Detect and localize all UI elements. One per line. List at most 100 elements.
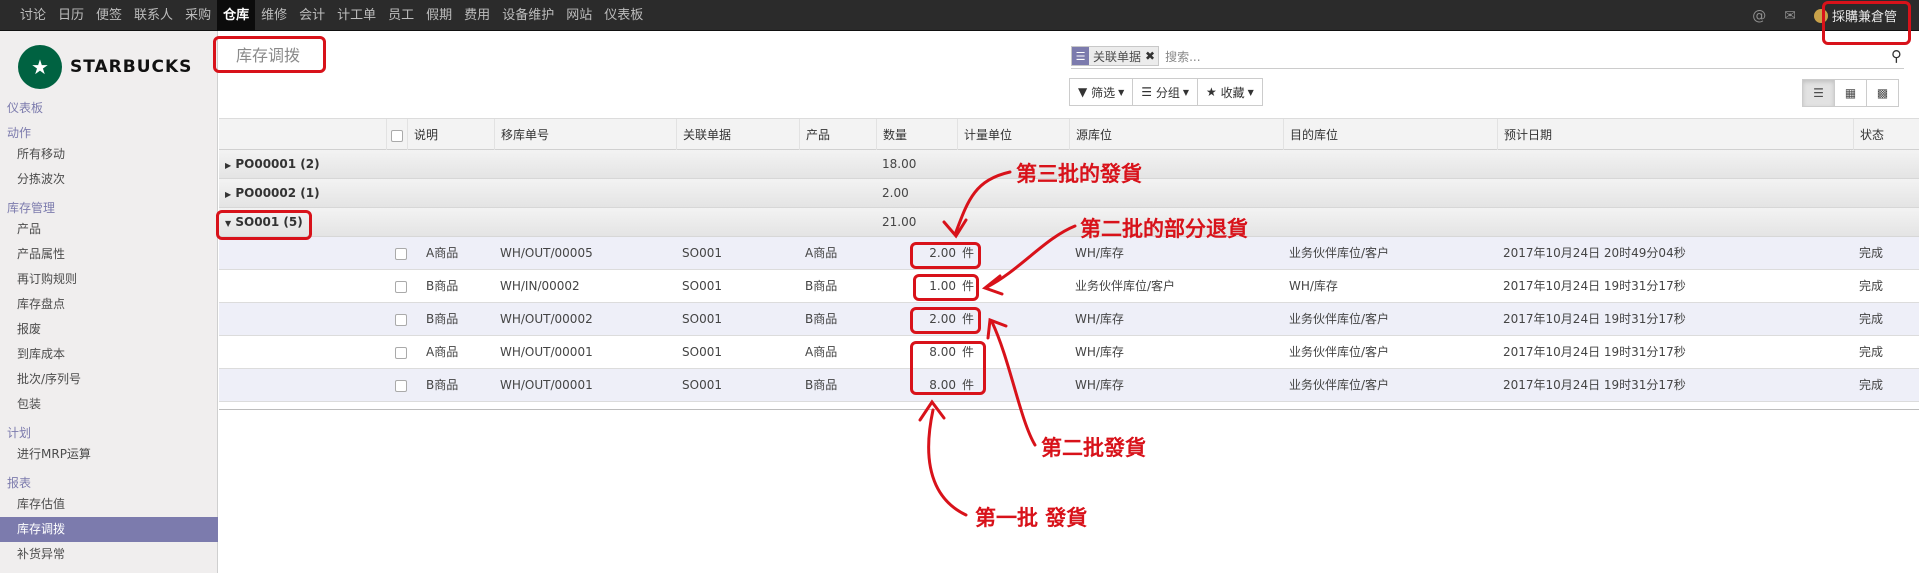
sidebar-item[interactable]: 所有移动 [0,142,218,167]
column-header[interactable]: 计量单位 [957,119,1012,151]
sidebar-item[interactable]: 补货异常 [0,542,218,567]
view-switcher: ☰ ▦ ▩ [1802,79,1899,107]
column-header[interactable]: 数量 [876,119,907,151]
sidebar-item[interactable]: 库存调拨 [0,517,218,542]
column-header[interactable]: 源库位 [1069,119,1112,151]
group-qty: 21.00 [882,215,917,229]
column-header[interactable]: 目的库位 [1283,119,1338,151]
sidebar-item[interactable]: 报废 [0,317,218,342]
sidebar-section-heading[interactable]: 库存管理 [0,200,218,217]
top-menu-item[interactable]: 计工单 [331,0,382,31]
table-row[interactable]: B商品 WH/OUT/00002 SO001 B商品 2.00 件 WH/库存 业务伙伴库位/… [219,303,1919,336]
sidebar-section-heading[interactable]: 仪表板 [0,100,218,117]
cell-state: 完成 [1859,312,1884,326]
sidebar-item[interactable]: 产品 [0,217,218,242]
row-checkbox[interactable] [395,270,407,303]
caret-down-icon: ▼ [1118,87,1125,97]
top-menu-item[interactable]: 员工 [382,0,420,31]
cell-date: 2017年10月24日 19时31分17秒 [1503,312,1686,326]
group-row-so001[interactable]: ▼ SO001 (5) 21.00 [219,208,1919,237]
column-header[interactable]: 预计日期 [1497,119,1552,151]
table-row[interactable]: B商品 WH/IN/00002 SO001 B商品 1.00 件业务伙伴库位/客户 WH/库… [219,270,1919,303]
cell-dest: 业务伙伴库位/客户 [1289,312,1390,326]
favorites-button[interactable]: ★ 收藏 ▼ [1197,78,1263,106]
cell-src: WH/库存 [1075,345,1124,359]
table-row[interactable]: A商品 WH/OUT/00005 SO001 A商品 2.00 件 WH/库存 业务伙伴库位/… [219,237,1919,270]
top-menu-item[interactable]: 设备维护 [496,0,560,31]
column-header[interactable]: 移库单号 [494,119,549,151]
row-checkbox[interactable] [395,303,407,336]
search-facet[interactable]: ☰ 关联单据 ✖ [1071,46,1160,66]
search-icon[interactable]: ⚲ [1891,47,1902,65]
sidebar: ★ STARBUCKS 仪表板动作 所有移动 分拣波次库存管理 产品 产品属性 再订购规则… [0,31,218,573]
top-menu-item[interactable]: 仓库 [217,0,256,31]
top-menu-item[interactable]: 假期 [420,0,458,31]
cell-product: B商品 [805,312,838,326]
cell-origin: SO001 [682,279,722,293]
column-header[interactable]: 产品 [799,119,830,151]
graph-view-icon[interactable]: ▩ [1866,79,1899,107]
star-icon: ★ [1206,85,1217,99]
group-by-button[interactable]: ☰ 分组 ▼ [1132,78,1198,106]
sidebar-item[interactable]: 库存估值 [0,492,218,517]
column-header[interactable]: 关联单据 [676,119,731,151]
list-icon: ☰ [1141,85,1152,99]
sidebar-item[interactable]: 批次/序列号 [0,367,218,392]
qty-highlight-box-1 [910,242,981,269]
filter-button[interactable]: ▼ 筛选 ▼ [1069,78,1134,106]
pivot-view-icon[interactable]: ▦ [1834,79,1867,107]
cell-date: 2017年10月24日 19时31分17秒 [1503,345,1686,359]
qty-highlight-box-4 [910,341,986,395]
sidebar-section-heading[interactable]: 计划 [0,425,218,442]
search-options: ▼ 筛选 ▼ ☰ 分组 ▼ ★ 收藏 ▼ [1069,78,1263,106]
cell-desc: B商品 [426,378,459,392]
top-menu-item[interactable]: 会计 [293,0,331,31]
sidebar-item[interactable]: 包装 [0,392,218,417]
cell-origin: SO001 [682,378,722,392]
top-menu-item[interactable]: 便签 [90,0,128,31]
sidebar-item[interactable]: 到库成本 [0,342,218,367]
top-menu-item[interactable]: 网站 [560,0,598,31]
table-row[interactable]: A商品 WH/OUT/00001 SO001 A商品 8.00 件 WH/库存 业务伙伴库位/… [219,336,1919,369]
sidebar-item[interactable]: 产品属性 [0,242,218,267]
top-menu-item[interactable]: 费用 [458,0,496,31]
caret-down-icon: ▼ [1182,87,1189,97]
top-menu-item[interactable]: 讨论 [14,0,52,31]
table-footer [219,402,1919,410]
column-header[interactable]: 状态 [1853,119,1884,151]
cell-desc: B商品 [426,312,459,326]
sidebar-section-heading[interactable]: 动作 [0,125,218,142]
sidebar-section-heading[interactable]: 报表 [0,475,218,492]
table-header: 说明 移库单号 关联单据 产品 数量 计量单位 源库位 目的库位 预计日期 状态 [219,118,1919,151]
sidebar-item[interactable]: 分拣波次 [0,167,218,192]
cell-desc: B商品 [426,279,459,293]
row-checkbox[interactable] [395,369,407,402]
cell-product: A商品 [805,246,838,260]
column-header[interactable]: 说明 [407,119,438,151]
company-logo[interactable]: ★ STARBUCKS [18,45,192,89]
row-checkbox[interactable] [395,336,407,369]
list-view-icon[interactable]: ☰ [1802,79,1835,107]
select-all-checkbox[interactable] [386,119,407,151]
row-checkbox[interactable] [395,237,407,270]
search-input[interactable]: 搜索... [1165,48,1891,65]
sidebar-item[interactable]: 库存盘点 [0,292,218,317]
caret-right-icon: ▶ [225,161,232,170]
cell-product: B商品 [805,378,838,392]
chat-icon[interactable]: ✉ [1784,8,1796,24]
cell-product: B商品 [805,279,838,293]
cell-origin: SO001 [682,312,722,326]
remove-facet-icon[interactable]: ✖ [1145,49,1155,63]
top-menu-item[interactable]: 日历 [52,0,90,31]
cell-ref: WH/OUT/00002 [500,312,593,326]
table-row[interactable]: B商品 WH/OUT/00001 SO001 B商品 8.00 件 WH/库存 业务伙伴库位/… [219,369,1919,402]
sidebar-item[interactable]: 进行MRP运算 [0,442,218,467]
sidebar-item[interactable]: 再订购规则 [0,267,218,292]
top-menu-item[interactable]: 维修 [255,0,293,31]
at-icon[interactable]: @ [1752,8,1766,24]
user-highlight-box [1822,1,1911,45]
top-menu-item[interactable]: 联系人 [128,0,179,31]
top-menu-item[interactable]: 仪表板 [598,0,649,31]
cell-origin: SO001 [682,345,722,359]
top-menu-item[interactable]: 采购 [179,0,217,31]
